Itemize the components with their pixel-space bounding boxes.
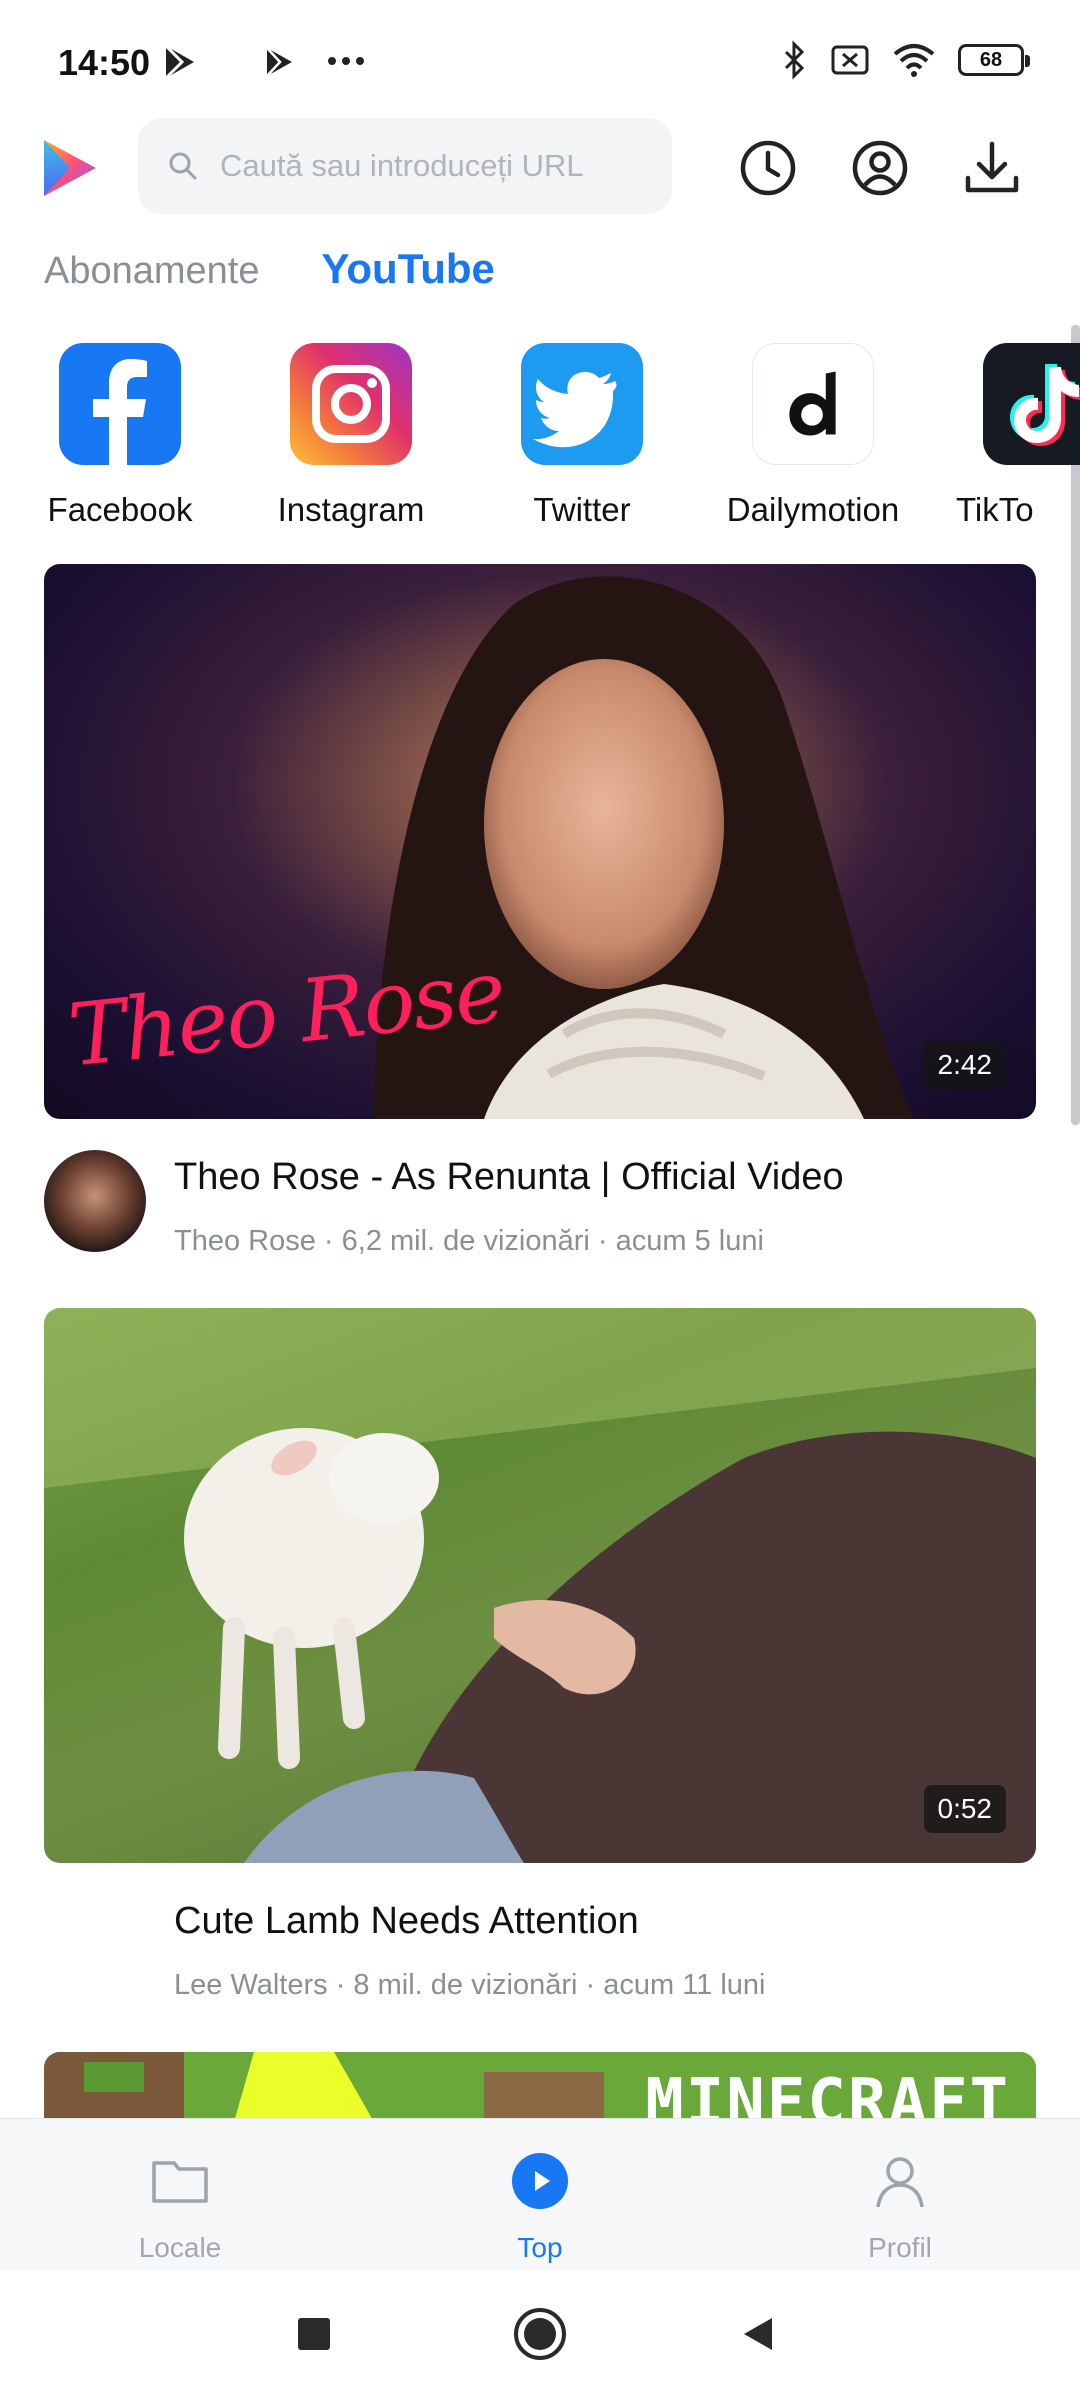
nav-label: Top — [517, 2232, 563, 2263]
site-label: Facebook — [47, 491, 193, 528]
site-dailymotion[interactable]: Dailymotion — [713, 343, 913, 529]
tiktok-icon — [983, 343, 1080, 465]
instagram-icon — [290, 343, 412, 465]
site-label: Twitter — [533, 491, 631, 528]
person-icon — [876, 2157, 924, 2208]
video-duration: 0:52 — [923, 1785, 1006, 1833]
avatar[interactable] — [44, 1150, 146, 1252]
video-duration: 2:42 — [923, 1041, 1006, 1089]
history-icon[interactable] — [738, 138, 798, 198]
play-circle-icon — [512, 2153, 568, 2209]
play-store-icon — [164, 44, 194, 80]
sim-off-icon — [831, 45, 869, 75]
bluetooth-icon — [784, 40, 805, 80]
video-thumbnail[interactable]: Theo Rose 2:42 — [44, 564, 1036, 1119]
home-icon[interactable] — [512, 2306, 568, 2362]
site-label: Dailymotion — [726, 491, 900, 528]
twitter-icon — [521, 343, 643, 465]
battery-level: 68 — [979, 48, 1003, 71]
nav-locale[interactable]: Locale — [80, 2149, 280, 2264]
site-shortcuts: Facebook Instagram Twitter Dailymotion T… — [0, 343, 1080, 533]
system-nav — [0, 2270, 1080, 2400]
bottom-nav: Locale Top Profil — [0, 2118, 1080, 2270]
video-meta: Lee Walters · 8 mil. de vizionări · acum… — [174, 1969, 766, 2001]
battery-icon: 68 — [958, 44, 1030, 76]
video-thumbnail[interactable]: MINECRAFT — [44, 2052, 1036, 2122]
more-dots-icon — [328, 57, 364, 65]
nav-top[interactable]: Top — [440, 2149, 640, 2264]
status-bar: 14:50 68 — [0, 0, 1080, 120]
play-icon — [266, 47, 292, 77]
wifi-icon — [893, 44, 935, 77]
nav-label: Profil — [868, 2232, 932, 2263]
video-title[interactable]: Theo Rose - As Renunta | Official Video — [174, 1156, 844, 1199]
nav-label: Locale — [138, 2232, 222, 2263]
download-icon[interactable] — [962, 138, 1022, 198]
folder-icon — [152, 2161, 208, 2203]
thumbnail-art — [44, 1308, 1036, 1863]
site-instagram[interactable]: Instagram — [251, 343, 451, 529]
back-icon[interactable] — [738, 2314, 778, 2354]
site-twitter[interactable]: Twitter — [482, 343, 682, 529]
thumbnail-text: MINECRAFT — [645, 2066, 1010, 2122]
nav-profil[interactable]: Profil — [800, 2149, 1000, 2264]
tab-youtube[interactable]: YouTube — [322, 245, 495, 293]
video-thumbnail[interactable]: 0:52 — [44, 1308, 1036, 1863]
tab-abonamente[interactable]: Abonamente — [44, 250, 260, 293]
app-logo[interactable] — [40, 136, 100, 200]
site-label: Instagram — [277, 491, 425, 528]
account-icon[interactable] — [850, 138, 910, 198]
site-facebook[interactable]: Facebook — [20, 343, 220, 529]
dailymotion-icon — [752, 343, 874, 465]
status-icons: 68 — [780, 40, 1030, 80]
site-label: TikTo — [956, 491, 1034, 528]
video-meta: Theo Rose · 6,2 mil. de vizionări · acum… — [174, 1225, 764, 1257]
source-tabs: Abonamente YouTube — [44, 245, 495, 293]
recents-icon[interactable] — [294, 2314, 334, 2354]
video-title[interactable]: Cute Lamb Needs Attention — [174, 1900, 639, 1943]
status-time: 14:50 — [58, 42, 151, 83]
search-icon — [169, 152, 197, 180]
site-tiktok[interactable]: TikTo — [944, 343, 1080, 529]
search-input[interactable] — [220, 148, 660, 184]
search-box[interactable] — [138, 118, 672, 214]
app-header — [0, 118, 1080, 218]
facebook-icon — [59, 343, 181, 465]
